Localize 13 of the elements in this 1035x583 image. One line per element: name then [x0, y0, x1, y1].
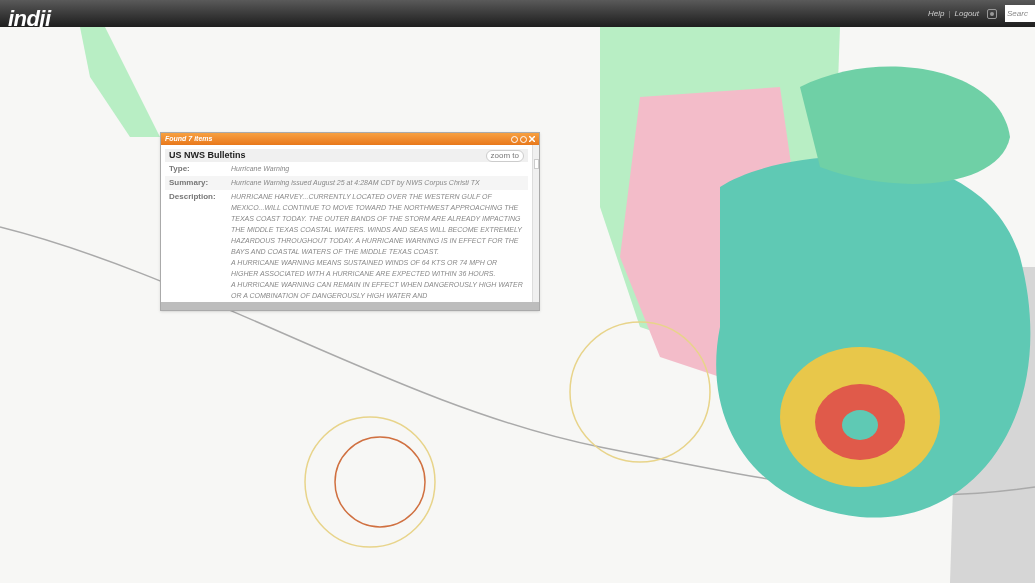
link-separator: |	[948, 7, 951, 20]
logo: indji	[8, 7, 51, 30]
zoom-to-button[interactable]: zoom to	[485, 149, 524, 162]
search-field[interactable]: Searc	[1005, 5, 1035, 22]
scrollbar[interactable]	[532, 145, 539, 302]
popup-heading: US NWS Bulletins	[169, 148, 247, 162]
header-link[interactable]: Logout	[954, 7, 979, 20]
field-label: Description:	[169, 191, 217, 203]
field-label: Summary:	[169, 177, 210, 189]
settings-icon[interactable]	[987, 8, 997, 19]
header-link[interactable]: Help	[928, 7, 945, 20]
field-label: Type:	[169, 163, 191, 175]
close-icon[interactable]	[529, 136, 535, 142]
